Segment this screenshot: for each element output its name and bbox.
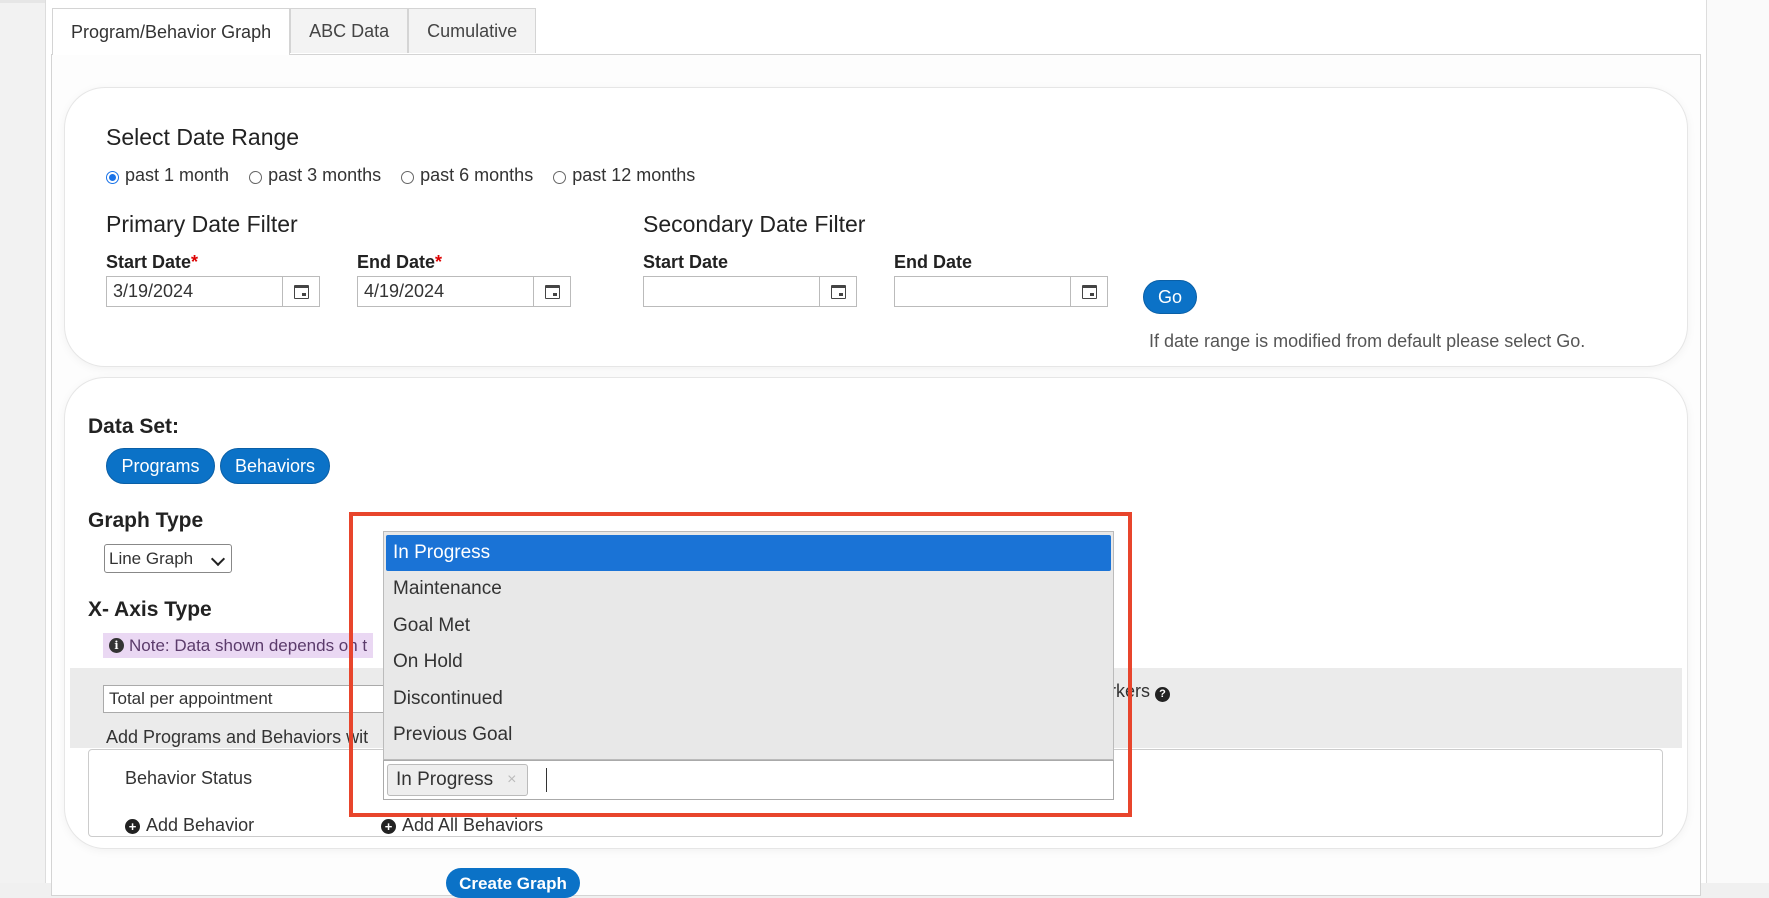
radio-label: past 3 months	[268, 165, 382, 185]
behavior-status-label: Behavior Status	[125, 768, 253, 788]
add-programs-behaviors-text: Add Programs and Behaviors wit	[106, 727, 369, 747]
secondary-end-date-field[interactable]	[894, 276, 1108, 307]
create-graph-button[interactable]: Create Graph	[446, 868, 580, 898]
x-axis-type-value: Total per appointment	[109, 689, 273, 708]
graph-type-select[interactable]: Line Graph	[104, 544, 232, 573]
right-margin	[1705, 0, 1769, 883]
radio-dot	[249, 171, 263, 184]
tag-label: In Progress	[396, 769, 494, 790]
radio-past-1-month[interactable]: past 1 month	[106, 165, 229, 186]
go-button[interactable]: Go	[1143, 280, 1197, 314]
calendar-icon[interactable]	[282, 277, 319, 306]
plus-circle-icon: +	[381, 819, 396, 834]
info-icon: i	[109, 638, 124, 653]
behavior-status-input[interactable]: In Progress ×	[383, 760, 1114, 800]
add-all-behaviors-link[interactable]: + Add All Behaviors	[381, 815, 543, 836]
tab-bar: Program/Behavior Graph ABC Data Cumulati…	[52, 8, 537, 55]
calendar-icon[interactable]	[1070, 277, 1107, 306]
radio-past-3-months[interactable]: past 3 months	[249, 165, 381, 186]
radio-dot	[553, 171, 567, 184]
chevron-down-icon	[210, 551, 226, 567]
radio-past-12-months[interactable]: past 12 months	[553, 165, 695, 186]
primary-start-date-value: 3/19/2024	[113, 281, 194, 301]
plus-circle-icon: +	[125, 819, 140, 834]
graph-type-value: Line Graph	[109, 548, 194, 568]
calendar-icon[interactable]	[533, 277, 570, 306]
radio-dot-selected	[106, 171, 119, 184]
x-axis-type-select[interactable]: Total per appointment	[103, 685, 403, 713]
graph-type-title: Graph Type	[88, 509, 204, 532]
radio-label: past 1 month	[125, 165, 230, 185]
option-maintenance[interactable]: Maintenance	[386, 571, 1111, 608]
radio-dot	[401, 171, 415, 184]
radio-label: past 6 months	[420, 165, 534, 185]
date-range-title: Select Date Range	[106, 124, 300, 150]
calendar-icon[interactable]	[819, 277, 856, 306]
date-range-card	[65, 88, 1687, 366]
tab-cumulative[interactable]: Cumulative	[408, 8, 537, 53]
tab-program-behavior-graph[interactable]: Program/Behavior Graph	[52, 8, 291, 55]
tab-abc-data[interactable]: ABC Data	[290, 8, 409, 53]
primary-start-label: Start Date*	[106, 252, 199, 272]
secondary-filter-title: Secondary Date Filter	[643, 211, 866, 237]
selected-status-tag: In Progress ×	[387, 764, 528, 796]
option-in-progress[interactable]: In Progress	[386, 535, 1111, 571]
primary-end-date-field[interactable]: 4/19/2024	[357, 276, 571, 307]
programs-button[interactable]: Programs	[106, 448, 215, 484]
remove-tag-icon[interactable]: ×	[507, 771, 516, 789]
secondary-start-label: Start Date	[643, 252, 729, 272]
primary-end-label: End Date*	[357, 252, 443, 272]
radio-label: past 12 months	[572, 165, 696, 185]
help-icon[interactable]: ?	[1155, 686, 1171, 702]
option-previous-goal[interactable]: Previous Goal	[386, 717, 1111, 754]
date-range-radio-group: past 1 month past 3 months past 6 months pa…	[106, 165, 715, 187]
behaviors-button[interactable]: Behaviors	[220, 448, 330, 484]
primary-filter-title: Primary Date Filter	[106, 211, 298, 237]
x-axis-note: i Note: Data shown depends on t	[103, 633, 374, 658]
secondary-start-date-field[interactable]	[643, 276, 857, 307]
secondary-end-label: End Date	[894, 252, 973, 272]
data-set-title: Data Set:	[88, 415, 180, 438]
x-axis-type-title: X- Axis Type	[88, 598, 212, 621]
option-on-hold[interactable]: On Hold	[386, 644, 1111, 681]
add-behavior-link[interactable]: + Add Behavior	[125, 815, 254, 836]
text-cursor	[545, 768, 547, 792]
behavior-status-dropdown: In Progress Maintenance Goal Met On Hold…	[383, 531, 1114, 760]
primary-end-date-value: 4/19/2024	[364, 281, 445, 301]
option-discontinued[interactable]: Discontinued	[386, 681, 1111, 718]
date-range-hint: If date range is modified from default p…	[1149, 331, 1586, 351]
primary-start-date-field[interactable]: 3/19/2024	[106, 276, 320, 307]
radio-past-6-months[interactable]: past 6 months	[401, 165, 533, 186]
note-text: Note: Data shown depends on t	[129, 635, 368, 655]
option-goal-met[interactable]: Goal Met	[386, 608, 1111, 645]
